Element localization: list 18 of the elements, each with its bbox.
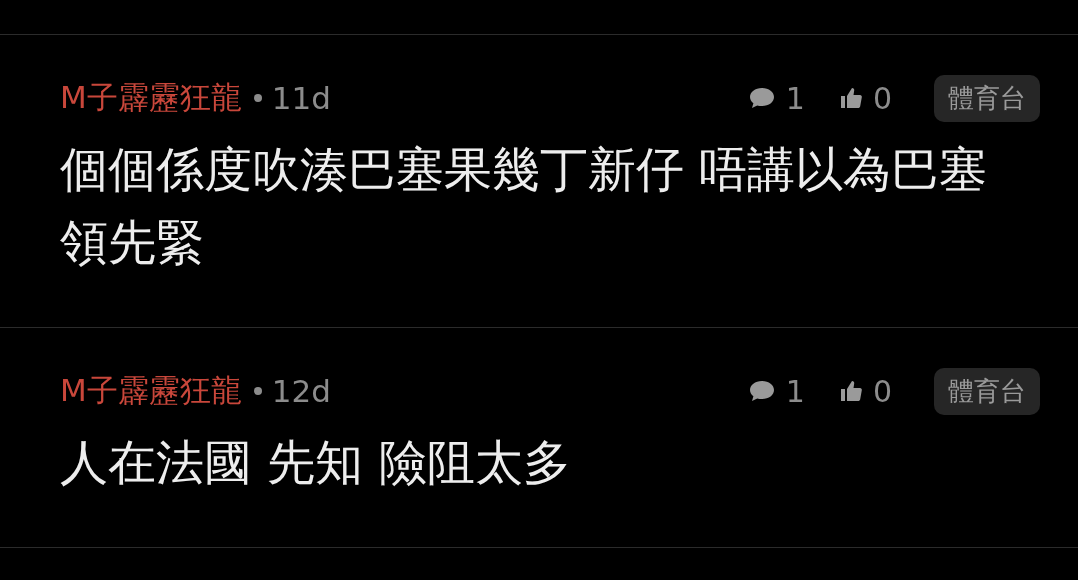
- comment-count: 1: [785, 80, 805, 116]
- comment-icon: [747, 86, 776, 110]
- thumbs-up-icon: [838, 379, 863, 403]
- category-tag[interactable]: 體育台: [934, 367, 1040, 415]
- like-count: 0: [872, 373, 892, 409]
- separator-dot: [253, 387, 262, 395]
- author-name[interactable]: M子霹靂狂龍: [60, 370, 242, 412]
- author-name[interactable]: M子霹靂狂龍: [60, 77, 242, 119]
- post-text: 個個係度吹湊巴塞果幾丁新仔 唔講以為巴塞領先緊: [60, 140, 989, 272]
- post-age: 11d: [271, 80, 331, 116]
- category-tag[interactable]: 體育台: [934, 74, 1040, 122]
- thumbs-up-icon: [838, 86, 863, 110]
- separator-dot: [253, 94, 262, 102]
- comment-icon: [747, 379, 776, 403]
- like-count: 0: [872, 80, 892, 116]
- post-age: 12d: [271, 373, 331, 409]
- comment-count: 1: [785, 373, 805, 409]
- post-text: 人在法國 先知 險阻太多: [60, 433, 572, 492]
